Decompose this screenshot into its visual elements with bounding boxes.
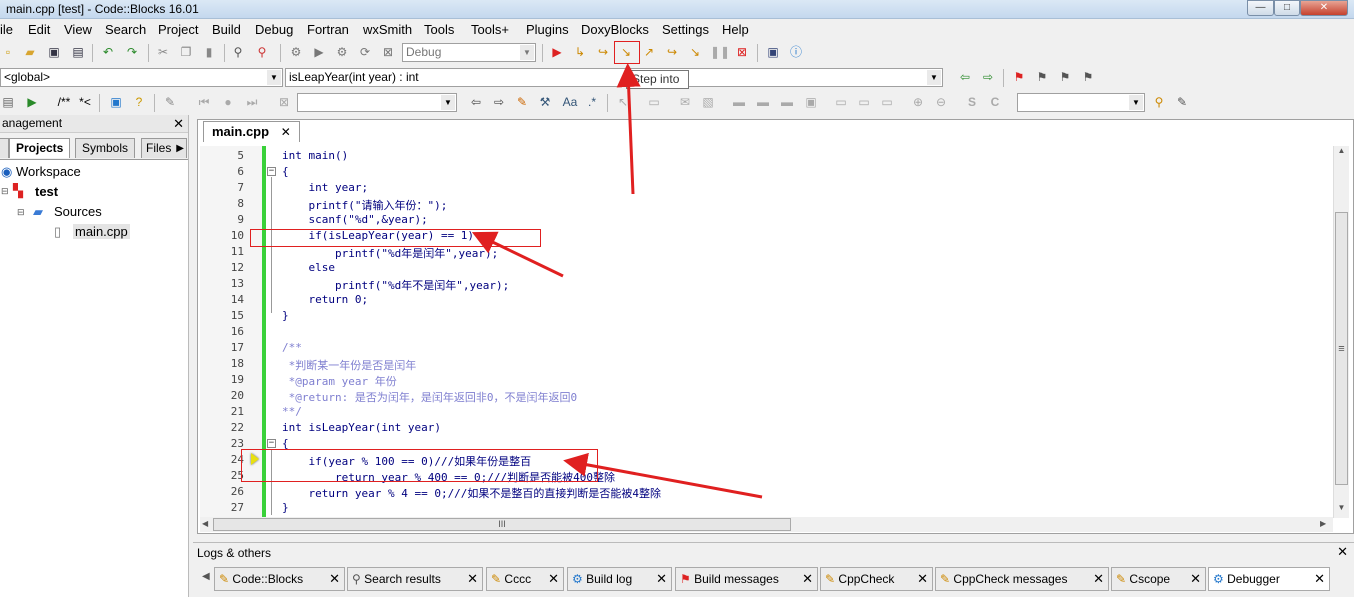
tab-cppcheck[interactable]: ✎ CppCheck ✕ (820, 567, 933, 591)
close-icon[interactable]: ✕ (1093, 568, 1104, 590)
close-icon[interactable]: ✕ (802, 568, 813, 590)
close-icon[interactable]: ✕ (656, 568, 667, 590)
tab-label: Cccc (504, 572, 532, 586)
close-icon[interactable]: ✕ (329, 568, 340, 590)
close-icon[interactable]: ✕ (1190, 568, 1201, 590)
tab-build-messages[interactable]: ⚑ Build messages ✕ (675, 567, 818, 591)
horizontal-scroll-thumb[interactable]: III (213, 518, 791, 531)
vertical-scroll-thumb[interactable]: ≡ (1335, 212, 1348, 485)
tab-codeblocks-log[interactable]: ✎ Code::Blocks ✕ (214, 567, 345, 591)
arrow-to-line-10 (471, 231, 564, 278)
tabs-scroll-left-icon[interactable]: ◀ (202, 571, 210, 582)
tab-cppcheck-messages[interactable]: ✎ CppCheck messages ✕ (935, 567, 1109, 591)
tab-label: Search results (364, 572, 441, 586)
tab-build-log[interactable]: ⚙ Build log ✕ (567, 567, 672, 591)
scroll-down-icon[interactable]: ▼ (1334, 503, 1349, 517)
arrow-to-line-24 (563, 452, 763, 499)
annotation-arrows (471, 63, 763, 499)
close-icon[interactable]: ✕ (467, 568, 478, 590)
tab-search-results[interactable]: ⚲ Search results ✕ (347, 567, 483, 591)
gear-icon: ⚙ (572, 572, 583, 586)
log-icon: ✎ (219, 572, 230, 586)
close-icon[interactable]: ✕ (1314, 568, 1325, 590)
log-icon: ✎ (940, 572, 951, 586)
tab-label: Cscope (1129, 572, 1171, 586)
close-icon[interactable]: ✕ (917, 568, 928, 590)
close-icon[interactable]: ✕ (1337, 544, 1348, 560)
arrow-to-step-into (616, 63, 641, 195)
tab-cscope[interactable]: ✎ Cscope ✕ (1111, 567, 1206, 591)
scroll-right-icon[interactable]: ▶ (1320, 519, 1326, 528)
pin-icon: ⚑ (680, 572, 691, 586)
tab-label: Build messages (694, 572, 779, 586)
tab-label: Code::Blocks (232, 572, 304, 586)
log-icon: ✎ (1116, 572, 1127, 586)
tab-label: CppCheck messages (953, 572, 1068, 586)
log-icon: ✎ (491, 572, 502, 586)
logs-title: Logs & others (197, 546, 272, 560)
tab-label: Debugger (1227, 572, 1280, 586)
gear-icon: ⚙ (1213, 572, 1224, 586)
tab-debugger[interactable]: ⚙ Debugger ✕ (1208, 567, 1330, 591)
scroll-up-icon[interactable]: ▲ (1334, 146, 1349, 160)
close-icon[interactable]: ✕ (548, 568, 559, 590)
scroll-left-icon[interactable]: ◀ (202, 519, 208, 528)
log-icon: ✎ (825, 572, 836, 586)
tab-label: Build log (586, 572, 633, 586)
vertical-scrollbar[interactable]: ▲ ≡ ▼ (1333, 146, 1349, 518)
horizontal-scrollbar[interactable]: ◀ III ▶ (200, 517, 1333, 532)
tab-label: CppCheck (838, 572, 895, 586)
search-icon: ⚲ (352, 572, 361, 586)
tab-cccc[interactable]: ✎ Cccc ✕ (486, 567, 564, 591)
